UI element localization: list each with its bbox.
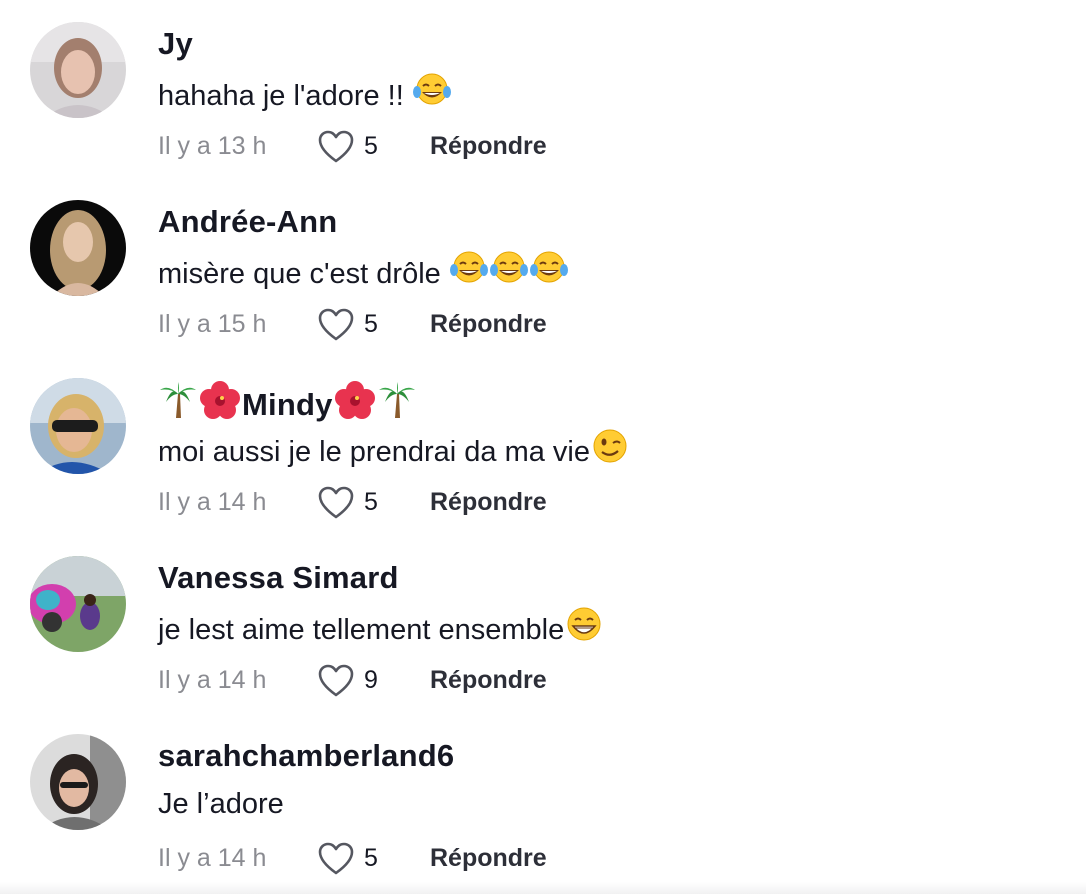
comment-meta: Il y a 14 h 5 Répondre [158, 484, 658, 524]
comment-item: Andrée-Ann misère que c'est drôle Il y a… [0, 178, 1086, 356]
joy-emoji-icon [412, 72, 452, 119]
comment-text: misère que c'est drôle [158, 250, 569, 297]
reply-button[interactable]: Répondre [430, 666, 547, 695]
comment-meta: Il y a 14 h 9 Répondre [158, 662, 658, 702]
username[interactable]: Mindy [158, 380, 417, 430]
avatar[interactable] [30, 734, 126, 830]
joy-emoji-icon [529, 250, 569, 297]
comment-text-content: misère que c'est drôle [158, 257, 449, 290]
like-count: 5 [364, 488, 378, 516]
comment-text: moi aussi je le prendrai da ma vie [158, 428, 630, 475]
grin-emoji-icon [564, 606, 604, 653]
comment-text: hahaha je l'adore !! [158, 72, 452, 119]
hibiscus-icon [333, 380, 377, 430]
comment-text: je lest aime tellement ensemble [158, 606, 604, 653]
username-text: Mindy [242, 387, 333, 422]
comment-text: Je l’adore [158, 784, 284, 824]
comment-meta: Il y a 15 h 5 Répondre [158, 306, 658, 346]
reply-button[interactable]: Répondre [430, 310, 547, 339]
comment-text-content: moi aussi je le prendrai da ma vie [158, 435, 590, 468]
like-count: 5 [364, 310, 378, 338]
like-count: 9 [364, 666, 378, 694]
bottom-fade [0, 882, 1086, 894]
heart-icon[interactable] [318, 664, 354, 698]
reply-button[interactable]: Répondre [430, 488, 547, 517]
wink-emoji-icon [590, 428, 630, 475]
timestamp: Il y a 14 h [158, 844, 267, 872]
comment-list: Jy hahaha je l'adore !! Il y a 13 h 5 Ré… [0, 0, 1086, 894]
username[interactable]: Jy [158, 24, 193, 64]
timestamp: Il y a 14 h [158, 666, 267, 694]
avatar[interactable] [30, 378, 126, 474]
comment-text-content: Je l’adore [158, 788, 284, 820]
timestamp: Il y a 14 h [158, 488, 267, 516]
reply-button[interactable]: Répondre [430, 132, 547, 161]
avatar[interactable] [30, 556, 126, 652]
username[interactable]: sarahchamberland6 [158, 736, 454, 776]
comment-item: Vanessa Simard je lest aime tellement en… [0, 534, 1086, 712]
heart-icon[interactable] [318, 130, 354, 164]
comment-item: Jy hahaha je l'adore !! Il y a 13 h 5 Ré… [0, 0, 1086, 178]
avatar[interactable] [30, 200, 126, 296]
comment-item: sarahchamberland6 Je l’adore Il y a 14 h… [0, 712, 1086, 890]
hibiscus-icon [198, 380, 242, 430]
like-count: 5 [364, 844, 378, 872]
joy-emoji-icon [449, 250, 489, 297]
reply-button[interactable]: Répondre [430, 844, 547, 873]
username[interactable]: Vanessa Simard [158, 558, 399, 598]
like-count: 5 [364, 132, 378, 160]
comment-item: Mindy moi aussi je le prendrai da ma vie… [0, 356, 1086, 534]
palm-tree-icon [377, 380, 417, 430]
comment-meta: Il y a 13 h 5 Répondre [158, 128, 658, 168]
heart-icon[interactable] [318, 486, 354, 520]
comment-meta: Il y a 14 h 5 Répondre [158, 840, 658, 880]
avatar[interactable] [30, 22, 126, 118]
timestamp: Il y a 13 h [158, 132, 267, 160]
timestamp: Il y a 15 h [158, 310, 267, 338]
comment-text-content: je lest aime tellement ensemble [158, 613, 565, 646]
heart-icon[interactable] [318, 842, 354, 876]
comment-text-content: hahaha je l'adore !! [158, 79, 412, 112]
palm-tree-icon [158, 380, 198, 430]
joy-emoji-icon [489, 250, 529, 297]
username[interactable]: Andrée-Ann [158, 202, 337, 242]
heart-icon[interactable] [318, 308, 354, 342]
